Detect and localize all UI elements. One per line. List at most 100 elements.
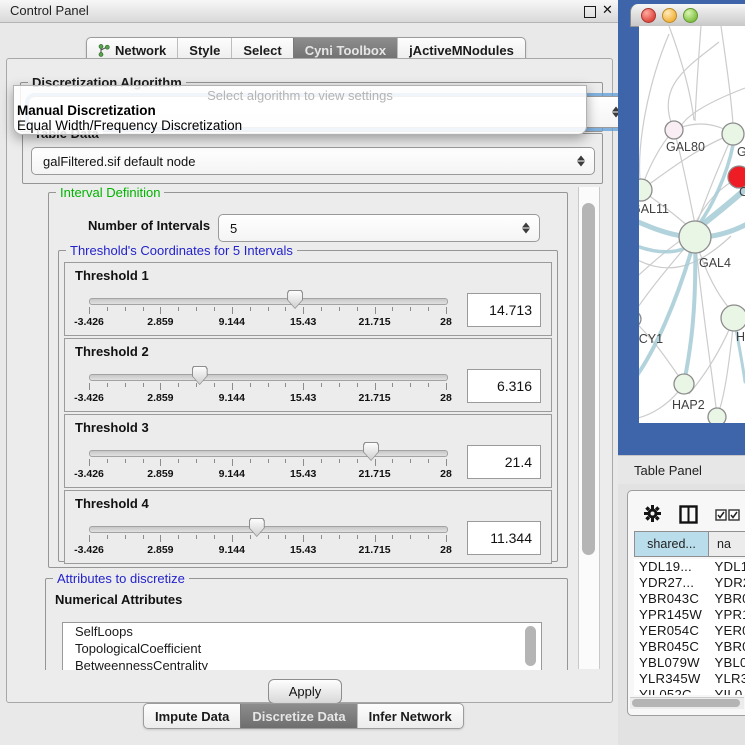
tick-mark [410,459,411,463]
table-row[interactable]: YDR27...YDR2 [634,575,745,591]
checkbox-icon[interactable] [728,509,740,521]
threshold-slider[interactable]: -3.4262.8599.14415.4321.71528 [89,517,446,559]
cell-shared-name[interactable]: YPR145W [634,607,714,623]
cell-shared-name[interactable]: YER054C [634,623,714,639]
slider-handle[interactable] [249,518,265,537]
close-traffic-light-icon[interactable] [641,8,656,23]
popup-placeholder-item[interactable]: Select algorithm to view settings [14,88,586,103]
cell-shared-name[interactable]: YBR045C [634,639,714,655]
cell-shared-name[interactable]: YIL052C [634,687,714,695]
network-node-green[interactable] [679,221,711,253]
network-node-pink[interactable] [665,121,683,139]
cell-name[interactable]: YBR0 [714,591,745,607]
slider-handle[interactable] [363,442,379,461]
gear-icon[interactable] [644,505,661,522]
tick-mark [392,459,393,463]
cell-name[interactable]: YER0 [714,623,745,639]
tick-mark [89,459,90,466]
cell-shared-name[interactable]: YBR043C [634,591,714,607]
attribute-list-item[interactable]: BetweennessCentrality [63,657,541,670]
close-icon[interactable]: ✕ [602,2,613,18]
cell-shared-name[interactable]: YDL19... [634,559,714,575]
columns-icon[interactable] [679,505,698,524]
threshold-slider[interactable]: -3.4262.8599.14415.4321.71528 [89,289,446,331]
cell-name[interactable]: YPR1 [714,607,745,623]
cell-name[interactable]: YIL0 [714,687,745,695]
tick-label: 9.144 [219,392,245,404]
table-row[interactable]: YPR145WYPR1 [634,607,745,623]
number-of-intervals-select[interactable]: 5 [218,214,540,242]
table-horizontal-scrollbar[interactable] [630,697,744,709]
tick-label: 2.859 [147,316,173,328]
attribute-list-item[interactable]: TopologicalCoefficient [63,640,541,657]
column-header-name[interactable]: na [709,531,745,557]
network-canvas[interactable]: GAL80GACGAL11GAL4GCY1HHAP2 [639,26,745,423]
tab-impute-data[interactable]: Impute Data [144,704,240,728]
popup-item-manual-discretization[interactable]: Manual Discretization [17,103,156,118]
tick-mark [321,535,322,539]
threshold-value-field[interactable]: 6.316 [467,369,541,403]
table-row[interactable]: YER054CYER0 [634,623,745,639]
network-node-green[interactable] [722,123,744,145]
threshold-label: Threshold 4 [75,496,149,511]
minimize-traffic-light-icon[interactable] [662,8,677,23]
table-data-value: galFiltered.sif default node [43,154,195,169]
cell-name[interactable]: YBR0 [714,639,745,655]
slider-track[interactable] [89,298,448,305]
table-row[interactable]: YIL052CYIL0 [634,687,745,695]
zoom-traffic-light-icon[interactable] [683,8,698,23]
tick-mark [375,459,376,466]
cell-name[interactable]: YDL1 [714,559,745,575]
table-row[interactable]: YBR045CYBR0 [634,639,745,655]
table-row[interactable]: YDL19...YDL1 [634,559,745,575]
threshold-label: Threshold 2 [75,344,149,359]
network-node-green[interactable] [639,311,641,327]
slider-handle[interactable] [287,290,303,309]
popup-item-equal-width[interactable]: Equal Width/Frequency Discretization [17,118,242,133]
network-node-green[interactable] [639,179,652,201]
table-row[interactable]: YBL079WYBL0 [634,655,745,671]
attributes-list-scrollbar[interactable] [524,624,538,668]
network-node-green[interactable] [721,305,745,331]
slider-track[interactable] [89,526,448,533]
cell-name[interactable]: YDR2 [714,575,745,591]
cell-shared-name[interactable]: YDR27... [634,575,714,591]
threshold-value-field[interactable]: 14.713 [467,293,541,327]
attribute-list-item[interactable]: SelfLoops [63,623,541,640]
tick-mark [339,307,340,311]
table-rows: YDL19...YDL1YDR27...YDR2YBR043CYBR0YPR14… [634,559,745,695]
column-header-shared[interactable]: shared... [634,531,709,557]
tick-mark [89,535,90,542]
tab-infer-network[interactable]: Infer Network [357,704,463,728]
table-row[interactable]: YBR043CYBR0 [634,591,745,607]
tab-label: jActiveMNodules [409,43,514,58]
numerical-attributes-list[interactable]: SelfLoopsTopologicalCoefficientBetweenne… [62,622,542,670]
slider-handle[interactable] [192,366,208,385]
tab-discretize-data[interactable]: Discretize Data [240,704,356,728]
apply-button[interactable]: Apply [268,679,342,704]
cell-name[interactable]: YLR3 [714,671,745,687]
network-node-green[interactable] [708,408,726,423]
table-data-select[interactable]: galFiltered.sif default node [31,147,595,175]
cell-name[interactable]: YBL0 [714,655,745,671]
table-row[interactable]: YLR345WYLR3 [634,671,745,687]
tick-label: 21.715 [359,544,391,556]
threshold-slider[interactable]: -3.4262.8599.14415.4321.71528 [89,365,446,407]
checkbox-icon[interactable] [715,509,727,521]
threshold-value-field[interactable]: 11.344 [467,521,541,555]
tick-label: 15.43 [290,468,316,480]
network-node-green[interactable] [674,374,694,394]
slider-track[interactable] [89,374,448,381]
cell-shared-name[interactable]: YBL079W [634,655,714,671]
threshold-slider[interactable]: -3.4262.8599.14415.4321.71528 [89,441,446,483]
tick-label: 28 [440,544,452,556]
tick-mark [303,535,304,542]
threshold-value-field[interactable]: 21.4 [467,445,541,479]
settings-vertical-scrollbar[interactable] [578,187,600,669]
node-label: GA [737,145,745,159]
slider-track[interactable] [89,450,448,457]
tick-mark [357,535,358,539]
cell-shared-name[interactable]: YLR345W [634,671,714,687]
tick-mark [268,383,269,387]
float-window-icon[interactable] [584,6,596,18]
